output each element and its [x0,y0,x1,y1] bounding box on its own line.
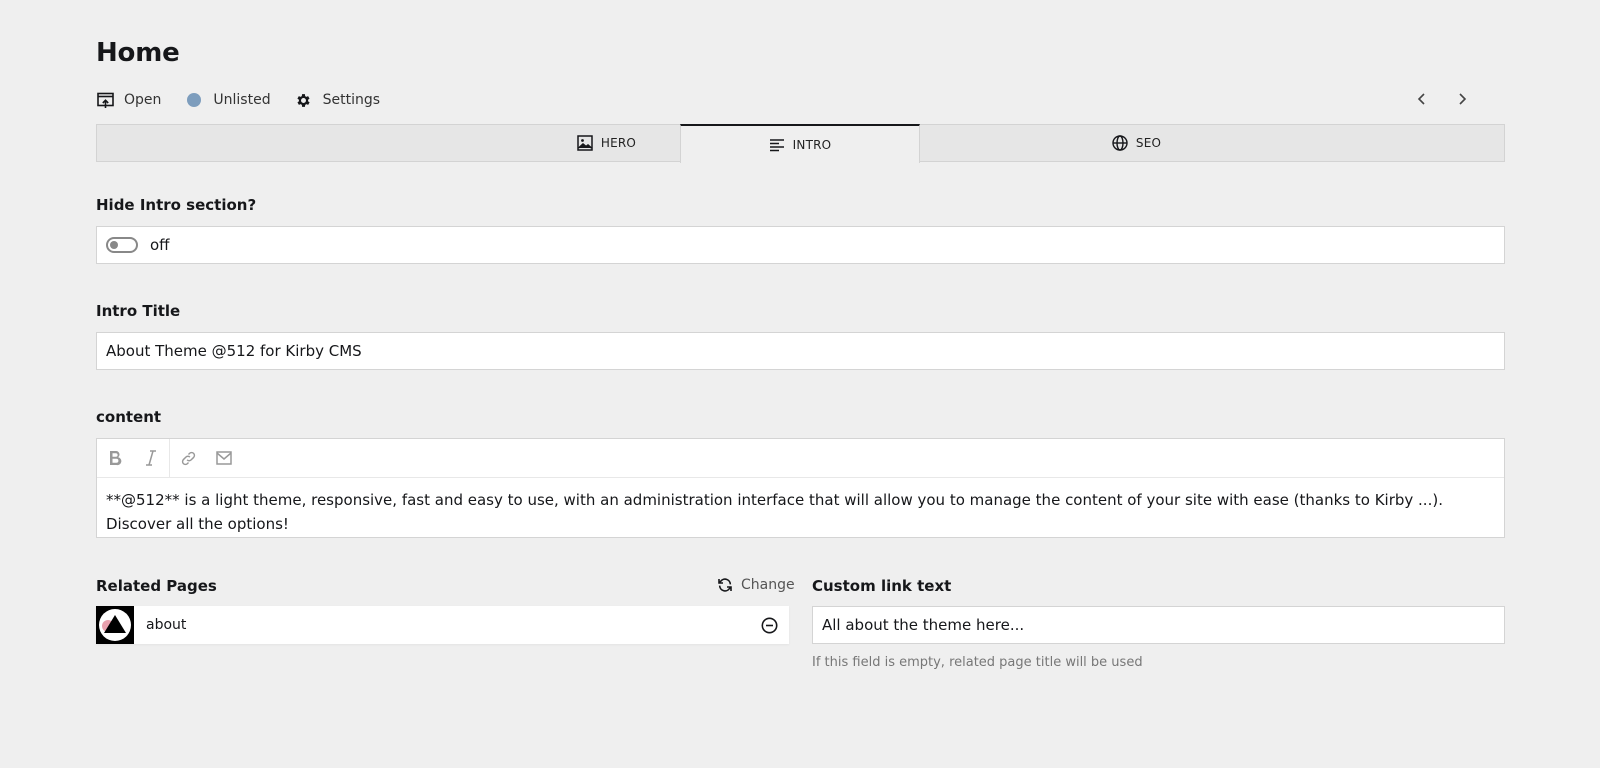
link-button[interactable] [170,439,206,477]
status-label: Unlisted [213,92,271,108]
remove-related-button[interactable] [749,606,789,644]
image-icon [577,135,593,151]
page-toolbar: Open Unlisted Settings [96,88,404,112]
open-preview-icon [96,91,114,109]
related-page-title: about [146,617,187,633]
open-button[interactable]: Open [96,91,161,109]
tab-intro[interactable]: INTRO [680,124,920,163]
tab-label: HERO [600,136,637,150]
globe-icon [1112,135,1128,151]
status-button[interactable]: Unlisted [185,91,271,109]
custom-link-help-text: If this field is empty, related page tit… [812,655,1143,670]
intro-title-label: Intro Title [96,302,181,320]
content-textarea[interactable]: **@512** is a light theme, responsive, f… [97,478,1504,536]
tab-label: INTRO [792,137,832,152]
tab-hero[interactable]: HERO [534,124,679,162]
previous-page-button[interactable] [1410,88,1434,110]
content-editor: **@512** is a light theme, responsive, f… [96,438,1505,538]
page-title: Home [96,38,180,68]
editor-toolbar [97,439,1504,478]
toggle-switch[interactable] [106,237,138,253]
link-icon [181,451,195,465]
custom-link-text-input[interactable]: All about the theme here... [812,606,1505,644]
tab-label: SEO [1135,136,1162,150]
content-label: content [96,408,162,426]
italic-icon [146,450,156,466]
hide-intro-label: Hide Intro section? [96,196,257,214]
text-align-left-icon [769,138,785,152]
chevron-left-icon [1417,93,1425,105]
settings-button[interactable]: Settings [295,91,380,109]
bold-button[interactable] [97,439,133,477]
custom-link-text-label: Custom link text [812,577,952,595]
page-thumbnail [96,606,134,644]
hide-intro-toggle-field[interactable]: off [96,226,1505,264]
tab-seo[interactable]: SEO [1064,124,1209,162]
toggle-state-text: off [150,236,170,254]
remove-circle-icon [761,617,777,633]
gear-icon [295,91,313,109]
open-label: Open [124,92,162,108]
intro-title-input[interactable]: About Theme @512 for Kirby CMS [96,332,1505,370]
italic-button[interactable] [133,439,169,477]
related-page-item[interactable]: about [96,606,789,644]
related-pages-label: Related Pages [96,577,217,595]
next-page-button[interactable] [1450,88,1474,110]
change-label: Change [741,577,795,593]
page-navigation [1394,88,1474,110]
change-related-button[interactable]: Change [717,577,795,593]
email-icon [216,451,232,465]
tab-bar: HERO INTRO SEO [96,124,1505,163]
settings-label: Settings [322,92,381,108]
email-button[interactable] [206,439,242,477]
bold-icon [110,451,122,466]
chevron-right-icon [1459,93,1467,105]
status-unlisted-icon [185,91,203,109]
refresh-icon [717,577,733,593]
